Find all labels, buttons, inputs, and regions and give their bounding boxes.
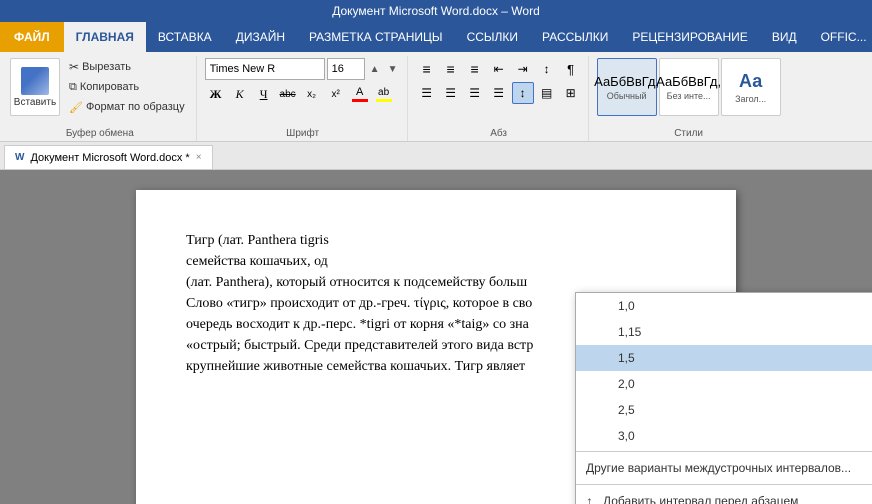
- menu-divider-1: [576, 451, 872, 452]
- menu-item-file[interactable]: ФАЙЛ: [0, 22, 64, 52]
- styles-label: Стили: [674, 128, 703, 139]
- font-group: ▲ ▼ Ж К Ч abc x₂ x² А ab: [199, 56, 408, 141]
- title-bar: Документ Microsoft Word.docx – Word: [0, 0, 872, 22]
- menu-bar: ФАЙЛ ГЛАВНАЯ ВСТАВКА ДИЗАЙН РАЗМЕТКА СТР…: [0, 22, 872, 52]
- spacing-2-5-label: 2,5: [618, 403, 635, 417]
- menu-item-mailings[interactable]: РАССЫЛКИ: [530, 22, 620, 52]
- menu-item-view[interactable]: ВИД: [760, 22, 809, 52]
- menu-divider-2: [576, 484, 872, 485]
- sort-button[interactable]: ↕: [536, 58, 558, 80]
- italic-button[interactable]: К: [229, 83, 251, 105]
- shading-button[interactable]: ▤: [536, 82, 558, 104]
- add-space-before-icon: ↑: [586, 493, 593, 504]
- tab-bar: W Документ Microsoft Word.docx * ×: [0, 142, 872, 170]
- bold-button[interactable]: Ж: [205, 83, 227, 105]
- spacing-2-0[interactable]: 2,0: [576, 371, 872, 397]
- font-label: Шрифт: [286, 128, 319, 139]
- increase-font-button[interactable]: ▲: [367, 58, 383, 80]
- paint-brush-icon: 🖌: [69, 101, 83, 114]
- document-tab[interactable]: W Документ Microsoft Word.docx * ×: [4, 145, 213, 169]
- indent-decrease-button[interactable]: ⇤: [488, 58, 510, 80]
- other-spacing-option[interactable]: Другие варианты междустрочных интервалов…: [576, 454, 872, 482]
- paste-button[interactable]: Вставить: [10, 58, 60, 116]
- paste-label: Вставить: [14, 97, 56, 108]
- spacing-3-0-label: 3,0: [618, 429, 635, 443]
- menu-item-design[interactable]: ДИЗАЙН: [224, 22, 297, 52]
- copy-label: Копировать: [80, 81, 139, 93]
- other-spacing-label: Другие варианты междустрочных интервалов…: [586, 461, 851, 475]
- paragraph-group: ≡ ≡ ≡ ⇤ ⇥ ↕ ¶ ☰ ☰ ☰ ☰ ↕ ▤ ⊞ Абз: [410, 56, 589, 141]
- borders-button[interactable]: ⊞: [560, 82, 582, 104]
- menu-item-references[interactable]: ССЫЛКИ: [455, 22, 530, 52]
- cut-label: Вырезать: [82, 61, 131, 73]
- title-text: Документ Microsoft Word.docx – Word: [332, 4, 540, 18]
- spacing-1-0-label: 1,0: [618, 299, 635, 313]
- spacing-1-15-label: 1,15: [618, 325, 641, 339]
- spacing-2-5[interactable]: 2,5: [576, 397, 872, 423]
- bullet-list-button[interactable]: ≡: [416, 58, 438, 80]
- style-heading[interactable]: Аа Загол...: [721, 58, 781, 116]
- superscript-button[interactable]: x²: [325, 83, 347, 105]
- multilevel-list-button[interactable]: ≡: [464, 58, 486, 80]
- add-space-before-label: Добавить интервал перед абзацем: [603, 494, 798, 504]
- styles-group: АаБбВвГд, Обычный АаБбВвГд, Без инте... …: [591, 56, 787, 141]
- format-paint-button[interactable]: 🖌 Формат по образцу: [64, 98, 190, 116]
- style-no-spacing[interactable]: АаБбВвГд, Без инте...: [659, 58, 719, 116]
- underline-button[interactable]: Ч: [253, 83, 275, 105]
- menu-item-review[interactable]: РЕЦЕНЗИРОВАНИЕ: [620, 22, 759, 52]
- copy-icon: ⧉: [69, 81, 77, 94]
- scissors-icon: ✂: [69, 60, 79, 74]
- clipboard-label: Буфер обмена: [66, 128, 134, 139]
- document-area: Тигр (лат. Panthera tigris семейства кош…: [0, 170, 872, 504]
- menu-item-insert[interactable]: ВСТАВКА: [146, 22, 224, 52]
- align-center-button[interactable]: ☰: [440, 82, 462, 104]
- highlight-button[interactable]: ab: [373, 83, 395, 105]
- font-name-input[interactable]: [205, 58, 325, 80]
- cut-button[interactable]: ✂ Вырезать: [64, 58, 190, 76]
- numbered-list-button[interactable]: ≡: [440, 58, 462, 80]
- decrease-font-button[interactable]: ▼: [385, 58, 401, 80]
- add-space-before-option[interactable]: ↑ Добавить интервал перед абзацем: [576, 487, 872, 504]
- clipboard-group: Вставить ✂ Вырезать ⧉ Копировать 🖌 Форма…: [4, 56, 197, 141]
- spacing-1-5[interactable]: 1,5: [576, 345, 872, 371]
- justify-button[interactable]: ☰: [488, 82, 510, 104]
- spacing-1-5-label: 1,5: [618, 351, 635, 365]
- spacing-2-0-label: 2,0: [618, 377, 635, 391]
- line-spacing-button[interactable]: ↕: [512, 82, 534, 104]
- text-color-button[interactable]: А: [349, 83, 371, 105]
- subscript-button[interactable]: x₂: [301, 83, 323, 105]
- format-paint-label: Формат по образцу: [86, 101, 185, 113]
- paragraph-marks-button[interactable]: ¶: [560, 58, 582, 80]
- word-icon: W: [15, 152, 24, 163]
- ribbon: Вставить ✂ Вырезать ⧉ Копировать 🖌 Форма…: [0, 52, 872, 142]
- spacing-1-0[interactable]: 1,0: [576, 293, 872, 319]
- align-left-button[interactable]: ☰: [416, 82, 438, 104]
- tab-label: Документ Microsoft Word.docx *: [30, 152, 189, 164]
- menu-item-home[interactable]: ГЛАВНАЯ: [64, 22, 146, 52]
- paste-icon: [21, 67, 49, 95]
- align-right-button[interactable]: ☰: [464, 82, 486, 104]
- strikethrough-button[interactable]: abc: [277, 83, 299, 105]
- spacing-1-15[interactable]: 1,15: [576, 319, 872, 345]
- indent-increase-button[interactable]: ⇥: [512, 58, 534, 80]
- font-size-input[interactable]: [327, 58, 365, 80]
- style-normal[interactable]: АаБбВвГд, Обычный: [597, 58, 657, 116]
- spacing-3-0[interactable]: 3,0: [576, 423, 872, 449]
- copy-button[interactable]: ⧉ Копировать: [64, 78, 190, 96]
- paragraph-label: Абз: [490, 128, 507, 139]
- tab-close-button[interactable]: ×: [196, 152, 202, 163]
- menu-item-office[interactable]: OFFIC...: [809, 22, 872, 52]
- menu-item-layout[interactable]: РАЗМЕТКА СТРАНИЦЫ: [297, 22, 455, 52]
- line-spacing-dropdown: 1,0 1,15 1,5 2,0 2,5 3,0 Другие варианты…: [575, 292, 872, 504]
